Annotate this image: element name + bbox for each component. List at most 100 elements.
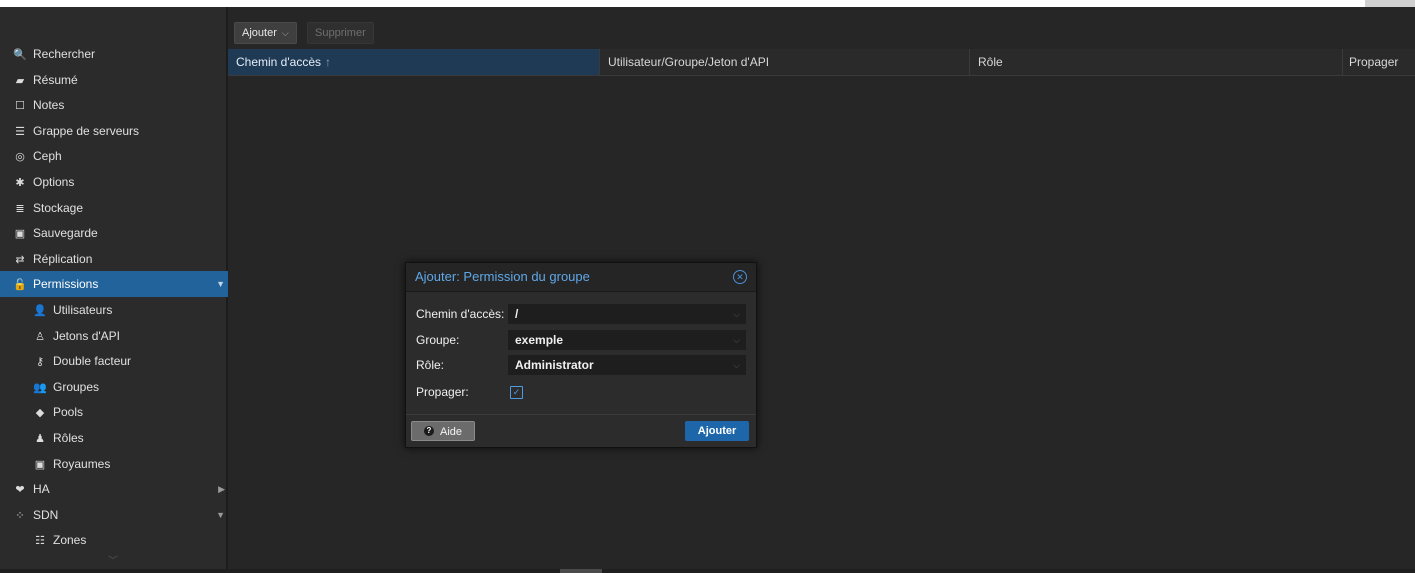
sidebar-item-label: HA — [33, 482, 50, 496]
help-button[interactable]: ? Aide — [411, 421, 475, 441]
bottom-bar — [0, 569, 1415, 573]
users-icon: 👥 — [33, 381, 47, 394]
add-button[interactable]: Ajouter ⌵ — [234, 22, 297, 44]
heartbeat-icon: ❤ — [15, 483, 25, 496]
resize-handle[interactable] — [560, 569, 602, 573]
sidebar-item-label: Stockage — [33, 201, 84, 215]
sidebar-item-zones[interactable]: ☷ Zones — [0, 527, 259, 553]
sidebar-item-sdn[interactable]: ⁘ SDN ▼ — [0, 502, 239, 528]
sidebar-item-label: Options — [33, 175, 75, 189]
help-button-label: Aide — [440, 426, 463, 438]
sidebar-item-label: Ceph — [33, 149, 62, 163]
sidebar-item-resume[interactable]: ▰ Résumé — [0, 67, 239, 93]
group-label: Groupe: — [416, 333, 460, 347]
role-value: Administrator — [515, 358, 594, 372]
realm-icon: ▣ — [34, 458, 46, 471]
sdn-icon: ⁘ — [15, 509, 25, 522]
group-combobox[interactable]: exemple ⌵ — [508, 330, 746, 350]
path-combobox[interactable]: / ⌵ — [508, 304, 746, 324]
sidebar-item-royaumes[interactable]: ▣ Royaumes — [0, 451, 259, 477]
chevron-down-icon[interactable]: ⌵ — [733, 304, 740, 324]
sidebar-item-double-facteur[interactable]: ⚷ Double facteur — [0, 348, 259, 374]
unlock-icon: 🔓 — [13, 278, 27, 291]
sidebar-item-label: Sauvegarde — [33, 226, 98, 240]
scroll-down-icon[interactable]: ﹀ — [108, 552, 118, 567]
sidebar-item-grappe-de-serveurs[interactable]: ☰ Grappe de serveurs — [0, 118, 239, 144]
notes-icon: ☐ — [15, 99, 25, 112]
sidebar-item-label: Royaumes — [53, 457, 111, 471]
propagate-row: Propager: ✓ — [415, 382, 746, 402]
column-header-user-group-token[interactable]: Utilisateur/Groupe/Jeton d'API — [600, 49, 970, 75]
toolbar: Ajouter ⌵ Supprimer — [228, 7, 1415, 49]
grid-header: Chemin d'accès ↑ Utilisateur/Groupe/Jeton… — [228, 49, 1415, 76]
server-cluster-icon: ☰ — [15, 125, 25, 138]
sidebar-item-notes[interactable]: ☐ Notes — [0, 92, 239, 118]
delete-button-label: Supprimer — [315, 27, 366, 39]
column-header-role[interactable]: Rôle — [970, 49, 1343, 75]
column-header-propagate[interactable]: Propager — [1343, 49, 1415, 75]
path-value: / — [515, 307, 519, 321]
path-row: Chemin d'accès: / ⌵ — [415, 304, 746, 324]
delete-button[interactable]: Supprimer — [307, 22, 374, 44]
role-combobox[interactable]: Administrator ⌵ — [508, 355, 746, 375]
sidebar-item-groupes[interactable]: 👥 Groupes — [0, 374, 259, 400]
user-icon: 👤 — [33, 304, 47, 317]
propagate-label: Propager: — [416, 385, 469, 399]
male-icon: ♟ — [35, 432, 45, 445]
sidebar-item-label: Réplication — [33, 252, 93, 266]
column-label: Propager — [1349, 55, 1399, 69]
sidebar-item-ha[interactable]: ❤ HA ▶ — [0, 476, 239, 502]
sidebar-item-jetons-d-api[interactable]: ♙ Jetons d'API — [0, 323, 259, 349]
column-label: Rôle — [978, 55, 1003, 69]
sidebar-item-label: Groupes — [53, 380, 100, 394]
question-circle-icon: ? — [424, 426, 434, 436]
caret-down-icon[interactable]: ▼ — [216, 510, 225, 520]
search-icon: 🔍 — [13, 48, 27, 61]
sidebar-item-ceph[interactable]: ◎ Ceph — [0, 143, 239, 169]
summary-icon: ▰ — [15, 74, 25, 87]
caret-right-icon[interactable]: ▶ — [218, 484, 225, 495]
top-corner — [1365, 0, 1415, 7]
sidebar-item-label: SDN — [33, 508, 59, 522]
submit-add-button[interactable]: Ajouter — [685, 421, 749, 441]
sidebar-item-permissions[interactable]: 🔓 Permissions ▼ — [0, 271, 239, 297]
sidebar-item-replication[interactable]: ⇄ Réplication — [0, 246, 239, 272]
database-icon: ≣ — [15, 202, 25, 215]
sidebar-item-roles[interactable]: ♟ Rôles — [0, 425, 259, 451]
path-label: Chemin d'accès: — [416, 307, 505, 321]
close-icon[interactable]: ✕ — [733, 270, 747, 284]
add-group-permission-dialog: Ajouter: Permission du groupe ✕ Chemin d… — [405, 262, 757, 448]
chevron-down-icon[interactable]: ⌵ — [733, 330, 740, 350]
group-value: exemple — [515, 333, 564, 347]
sidebar-item-pools[interactable]: ◆ Pools — [0, 399, 259, 425]
sidebar-item-label: Grappe de serveurs — [33, 124, 140, 138]
group-row: Groupe: exemple ⌵ — [415, 330, 746, 350]
sidebar-item-sauvegarde[interactable]: ▣ Sauvegarde — [0, 220, 239, 246]
sidebar-item-options[interactable]: ✱ Options — [0, 169, 239, 195]
sidebar-item-label: Rôles — [53, 431, 84, 445]
top-strip — [0, 0, 1415, 7]
sidebar-item-utilisateurs[interactable]: 👤 Utilisateurs — [0, 297, 259, 323]
floppy-icon: ▣ — [14, 227, 26, 240]
api-token-icon: ♙ — [35, 330, 45, 343]
add-button-label: Ajouter — [242, 27, 277, 39]
sidebar-item-label: Pools — [53, 405, 84, 419]
sidebar-item-label: Jetons d'API — [53, 329, 120, 343]
sidebar-item-label: Résumé — [33, 73, 78, 87]
key-icon: ⚷ — [35, 355, 45, 368]
column-label: Chemin d'accès — [236, 55, 321, 69]
sidebar-item-rechercher[interactable]: 🔍 Rechercher — [0, 41, 239, 67]
dialog-title: Ajouter: Permission du groupe — [415, 269, 590, 284]
sidebar-item-label: Utilisateurs — [53, 303, 113, 317]
column-header-path[interactable]: Chemin d'accès ↑ — [228, 49, 600, 75]
sidebar-item-label: Zones — [53, 533, 87, 547]
dialog-titlebar[interactable]: Ajouter: Permission du groupe ✕ — [406, 263, 756, 292]
sidebar-item-label: Rechercher — [33, 47, 96, 61]
dialog-divider — [406, 414, 756, 415]
chevron-down-icon[interactable]: ⌵ — [733, 355, 740, 375]
propagate-checkbox[interactable]: ✓ — [510, 386, 523, 399]
sidebar-item-label: Double facteur — [53, 354, 132, 368]
sidebar-item-stockage[interactable]: ≣ Stockage — [0, 195, 239, 221]
ceph-icon: ◎ — [15, 150, 25, 163]
caret-down-icon[interactable]: ▼ — [216, 279, 225, 289]
